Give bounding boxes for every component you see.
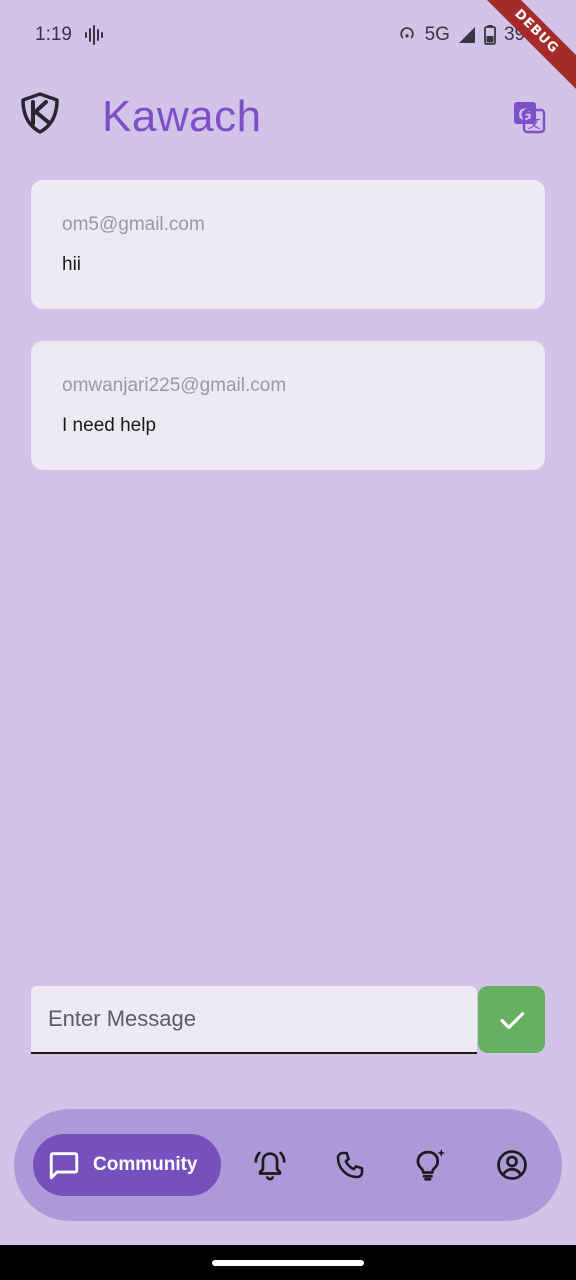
message-sender-email: om5@gmail.com [62, 214, 205, 235]
message-card: om5@gmail.com hii [31, 180, 545, 309]
status-time: 1:19 [35, 24, 72, 45]
message-composer [31, 986, 545, 1054]
message-list: om5@gmail.com hii omwanjari225@gmail.com… [31, 180, 545, 502]
network-type: 5G [424, 24, 450, 45]
svg-text:文: 文 [527, 117, 540, 132]
status-bar: 1:19 5G 39% DEBUG [0, 0, 576, 98]
check-icon [499, 1011, 524, 1029]
system-navigation-bar [0, 1245, 576, 1280]
battery-icon [484, 25, 496, 45]
app-title: Kawach [102, 92, 262, 141]
phone-icon [336, 1151, 364, 1179]
nav-item-alerts[interactable] [252, 1147, 288, 1183]
nav-item-profile[interactable] [494, 1147, 530, 1183]
chat-bubble-icon [49, 1152, 79, 1180]
nav-item-tips[interactable] [412, 1147, 448, 1183]
message-sender-email: omwanjari225@gmail.com [62, 375, 287, 396]
home-gesture-handle[interactable] [212, 1260, 364, 1266]
nav-item-call[interactable] [332, 1147, 368, 1183]
account-circle-icon [497, 1150, 527, 1180]
nav-item-label: Community [93, 1154, 198, 1175]
hotspot-icon [399, 27, 414, 39]
lightbulb-sparkle-icon [416, 1149, 445, 1181]
message-text: hii [62, 254, 82, 275]
translate-icon[interactable]: G 文 [512, 100, 546, 134]
app-bar: Kawach G 文 [0, 80, 576, 160]
message-card: omwanjari225@gmail.com I need help [31, 341, 545, 470]
audio-wave-icon [85, 25, 103, 45]
bell-ring-icon [254, 1151, 286, 1181]
nav-item-community[interactable]: Community [33, 1134, 221, 1196]
message-input[interactable] [31, 986, 477, 1054]
message-text: I need help [62, 415, 157, 436]
bottom-navigation: Community [14, 1109, 562, 1221]
send-button[interactable] [478, 986, 545, 1053]
kawach-shield-logo [21, 92, 59, 134]
signal-icon [458, 27, 475, 43]
